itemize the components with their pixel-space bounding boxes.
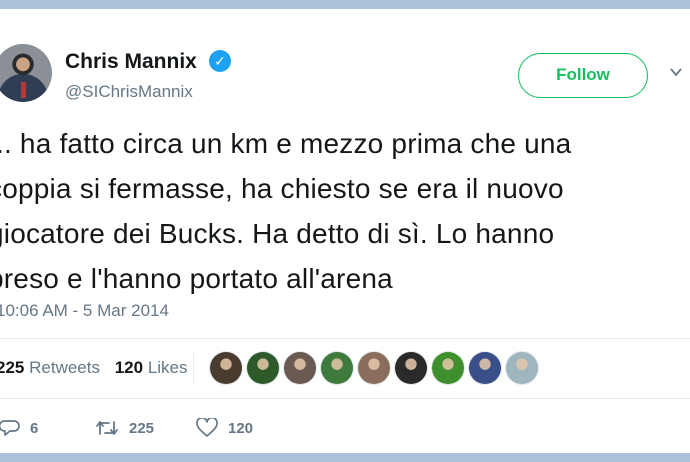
retweet-count: 225 bbox=[129, 419, 155, 437]
liker-avatar-2[interactable] bbox=[247, 352, 279, 384]
retweets-label: Retweets bbox=[29, 358, 100, 377]
reply-count: 6 bbox=[30, 419, 39, 437]
liker-avatar-7[interactable] bbox=[432, 352, 464, 384]
retweet-button[interactable]: 225 bbox=[95, 416, 154, 440]
liker-avatar-3[interactable] bbox=[284, 352, 316, 384]
likes-stat[interactable]: 120 Likes bbox=[115, 358, 188, 377]
like-count: 120 bbox=[228, 419, 254, 437]
retweets-count: 225 bbox=[0, 358, 25, 377]
tweet-line: ... ha fatto circa un km e mezzo prima c… bbox=[0, 128, 572, 159]
retweet-icon bbox=[96, 421, 118, 435]
avatar-tie bbox=[21, 82, 26, 98]
author-display-name[interactable]: Chris Mannix bbox=[65, 50, 197, 74]
tweet-timestamp[interactable]: 10:06 AM - 5 Mar 2014 bbox=[0, 301, 169, 321]
author-handle[interactable]: @SIChrisMannix bbox=[65, 82, 193, 102]
divider bbox=[0, 338, 690, 339]
like-button[interactable]: 120 bbox=[196, 416, 253, 440]
liker-avatar-8[interactable] bbox=[469, 352, 501, 384]
likes-label: Likes bbox=[147, 358, 188, 377]
retweets-stat[interactable]: 225 Retweets bbox=[0, 358, 100, 377]
heart-icon bbox=[196, 418, 218, 437]
liker-avatar-5[interactable] bbox=[358, 352, 390, 384]
tweet-text: ... ha fatto circa un km e mezzo prima c… bbox=[0, 121, 688, 301]
verified-badge-icon: ✓ bbox=[209, 50, 231, 72]
author-avatar[interactable] bbox=[0, 44, 52, 102]
top-frame-border bbox=[0, 0, 690, 9]
chevron-down-icon[interactable] bbox=[670, 66, 682, 78]
tweet-stats: 225 Retweets 120 Likes bbox=[0, 358, 188, 378]
reply-icon bbox=[0, 420, 20, 436]
liker-avatar-9[interactable] bbox=[506, 352, 538, 384]
follow-button[interactable]: Follow bbox=[518, 53, 648, 98]
likes-count: 120 bbox=[114, 358, 144, 377]
tweet-line: giocatore dei Bucks. Ha detto di sì. Lo … bbox=[0, 218, 555, 249]
stats-separator bbox=[193, 351, 194, 385]
reply-button[interactable]: 6 bbox=[0, 416, 38, 440]
liker-avatar-4[interactable] bbox=[321, 352, 353, 384]
divider bbox=[0, 398, 690, 399]
tweet-line: preso e l'hanno portato all'arena bbox=[0, 263, 393, 294]
tweet-line: coppia si fermasse, ha chiesto se era il… bbox=[0, 173, 564, 204]
liker-avatar-1[interactable] bbox=[210, 352, 242, 384]
liker-avatar-6[interactable] bbox=[395, 352, 427, 384]
bottom-frame-border bbox=[0, 453, 690, 462]
